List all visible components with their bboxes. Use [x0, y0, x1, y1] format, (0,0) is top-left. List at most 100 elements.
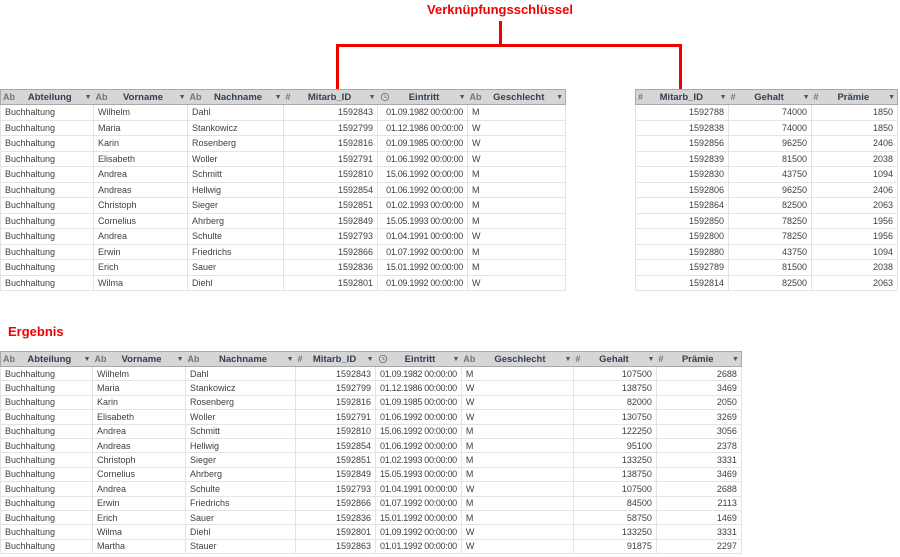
- cell-mitarb_id[interactable]: 1592799: [296, 381, 376, 395]
- cell-nachname[interactable]: Diehl: [188, 275, 284, 291]
- cell-gehalt[interactable]: 74000: [729, 105, 812, 121]
- cell-nachname[interactable]: Dahl: [188, 105, 284, 121]
- column-header-abteilung[interactable]: AbAbteilung▼: [1, 352, 93, 367]
- cell-gehalt[interactable]: 96250: [729, 136, 812, 152]
- filter-dropdown-icon[interactable]: ▼: [275, 94, 282, 101]
- cell-vorname[interactable]: Maria: [93, 381, 186, 395]
- cell-vorname[interactable]: Andrea: [93, 482, 186, 496]
- cell-geschlecht[interactable]: M: [461, 438, 573, 452]
- cell-nachname[interactable]: Dahl: [186, 367, 296, 381]
- cell-abteilung[interactable]: Buchhaltung: [1, 105, 94, 121]
- cell-mitarb_id[interactable]: 1592856: [636, 136, 729, 152]
- cell-geschlecht[interactable]: M: [468, 198, 566, 214]
- cell-eintritt[interactable]: 01.07.1992 00:00:00: [376, 496, 462, 510]
- cell-nachname[interactable]: Rosenberg: [188, 136, 284, 152]
- cell-eintritt[interactable]: 15.01.1992 00:00:00: [378, 260, 468, 276]
- cell-nachname[interactable]: Schulte: [188, 229, 284, 245]
- cell-mitarb_id[interactable]: 1592843: [284, 105, 378, 121]
- cell-mitarb_id[interactable]: 1592849: [284, 213, 378, 229]
- cell-abteilung[interactable]: Buchhaltung: [1, 482, 93, 496]
- cell-eintritt[interactable]: 01.04.1991 00:00:00: [376, 482, 462, 496]
- cell-praemie[interactable]: 1094: [812, 244, 898, 260]
- cell-mitarb_id[interactable]: 1592849: [296, 467, 376, 481]
- cell-gehalt[interactable]: 95100: [573, 438, 656, 452]
- cell-nachname[interactable]: Friedrichs: [188, 244, 284, 260]
- cell-praemie[interactable]: 3469: [656, 381, 741, 395]
- cell-mitarb_id[interactable]: 1592851: [284, 198, 378, 214]
- cell-geschlecht[interactable]: W: [461, 539, 573, 553]
- cell-gehalt[interactable]: 82000: [573, 395, 656, 409]
- cell-vorname[interactable]: Erich: [93, 510, 186, 524]
- cell-geschlecht[interactable]: M: [461, 424, 573, 438]
- filter-dropdown-icon[interactable]: ▼: [85, 94, 92, 101]
- cell-abteilung[interactable]: Buchhaltung: [1, 167, 94, 183]
- cell-gehalt[interactable]: 96250: [729, 182, 812, 198]
- cell-abteilung[interactable]: Buchhaltung: [1, 525, 93, 539]
- cell-geschlecht[interactable]: M: [468, 213, 566, 229]
- cell-vorname[interactable]: Wilma: [93, 525, 186, 539]
- cell-vorname[interactable]: Karin: [93, 395, 186, 409]
- cell-nachname[interactable]: Schmitt: [188, 167, 284, 183]
- filter-dropdown-icon[interactable]: ▼: [803, 94, 810, 101]
- cell-mitarb_id[interactable]: 1592799: [284, 120, 378, 136]
- cell-abteilung[interactable]: Buchhaltung: [1, 510, 93, 524]
- cell-geschlecht[interactable]: W: [468, 151, 566, 167]
- filter-dropdown-icon[interactable]: ▼: [452, 356, 459, 363]
- cell-praemie[interactable]: 2050: [656, 395, 741, 409]
- cell-nachname[interactable]: Sauer: [186, 510, 296, 524]
- cell-mitarb_id[interactable]: 1592793: [296, 482, 376, 496]
- cell-abteilung[interactable]: Buchhaltung: [1, 260, 94, 276]
- cell-vorname[interactable]: Erwin: [93, 496, 186, 510]
- cell-vorname[interactable]: Christoph: [94, 198, 188, 214]
- cell-gehalt[interactable]: 81500: [729, 151, 812, 167]
- cell-eintritt[interactable]: 01.09.1992 00:00:00: [376, 525, 462, 539]
- cell-nachname[interactable]: Rosenberg: [186, 395, 296, 409]
- cell-mitarb_id[interactable]: 1592863: [296, 539, 376, 553]
- cell-mitarb_id[interactable]: 1592839: [636, 151, 729, 167]
- cell-praemie[interactable]: 2063: [812, 198, 898, 214]
- cell-gehalt[interactable]: 78250: [729, 229, 812, 245]
- cell-gehalt[interactable]: 78250: [729, 213, 812, 229]
- cell-mitarb_id[interactable]: 1592850: [636, 213, 729, 229]
- cell-gehalt[interactable]: 133250: [573, 453, 656, 467]
- cell-praemie[interactable]: 3056: [656, 424, 741, 438]
- cell-gehalt[interactable]: 58750: [573, 510, 656, 524]
- cell-praemie[interactable]: 2688: [656, 367, 741, 381]
- cell-eintritt[interactable]: 15.01.1992 00:00:00: [376, 510, 462, 524]
- filter-dropdown-icon[interactable]: ▼: [564, 356, 571, 363]
- cell-gehalt[interactable]: 43750: [729, 167, 812, 183]
- cell-gehalt[interactable]: 130750: [573, 410, 656, 424]
- cell-praemie[interactable]: 2063: [812, 275, 898, 291]
- cell-mitarb_id[interactable]: 1592801: [284, 275, 378, 291]
- cell-abteilung[interactable]: Buchhaltung: [1, 120, 94, 136]
- cell-abteilung[interactable]: Buchhaltung: [1, 438, 93, 452]
- cell-vorname[interactable]: Andrea: [94, 167, 188, 183]
- cell-vorname[interactable]: Karin: [94, 136, 188, 152]
- cell-eintritt[interactable]: 15.06.1992 00:00:00: [376, 424, 462, 438]
- cell-mitarb_id[interactable]: 1592851: [296, 453, 376, 467]
- cell-mitarb_id[interactable]: 1592866: [284, 244, 378, 260]
- cell-praemie[interactable]: 2378: [656, 438, 741, 452]
- cell-geschlecht[interactable]: M: [468, 244, 566, 260]
- cell-eintritt[interactable]: 01.12.1986 00:00:00: [376, 381, 462, 395]
- cell-gehalt[interactable]: 81500: [729, 260, 812, 276]
- cell-praemie[interactable]: 3331: [656, 453, 741, 467]
- column-header-geschlecht[interactable]: AbGeschlecht▼: [468, 90, 566, 105]
- cell-mitarb_id[interactable]: 1592814: [636, 275, 729, 291]
- cell-praemie[interactable]: 2406: [812, 136, 898, 152]
- cell-nachname[interactable]: Ahrberg: [186, 467, 296, 481]
- column-header-mitarb_id[interactable]: #Mitarb_ID▼: [284, 90, 378, 105]
- filter-dropdown-icon[interactable]: ▼: [556, 94, 563, 101]
- cell-mitarb_id[interactable]: 1592788: [636, 105, 729, 121]
- cell-eintritt[interactable]: 01.04.1991 00:00:00: [378, 229, 468, 245]
- cell-eintritt[interactable]: 15.05.1993 00:00:00: [378, 213, 468, 229]
- cell-nachname[interactable]: Sauer: [188, 260, 284, 276]
- filter-dropdown-icon[interactable]: ▼: [647, 356, 654, 363]
- cell-abteilung[interactable]: Buchhaltung: [1, 198, 94, 214]
- cell-nachname[interactable]: Sieger: [188, 198, 284, 214]
- cell-eintritt[interactable]: 01.09.1985 00:00:00: [378, 136, 468, 152]
- cell-vorname[interactable]: Cornelius: [94, 213, 188, 229]
- cell-vorname[interactable]: Cornelius: [93, 467, 186, 481]
- cell-geschlecht[interactable]: M: [461, 510, 573, 524]
- cell-geschlecht[interactable]: M: [468, 260, 566, 276]
